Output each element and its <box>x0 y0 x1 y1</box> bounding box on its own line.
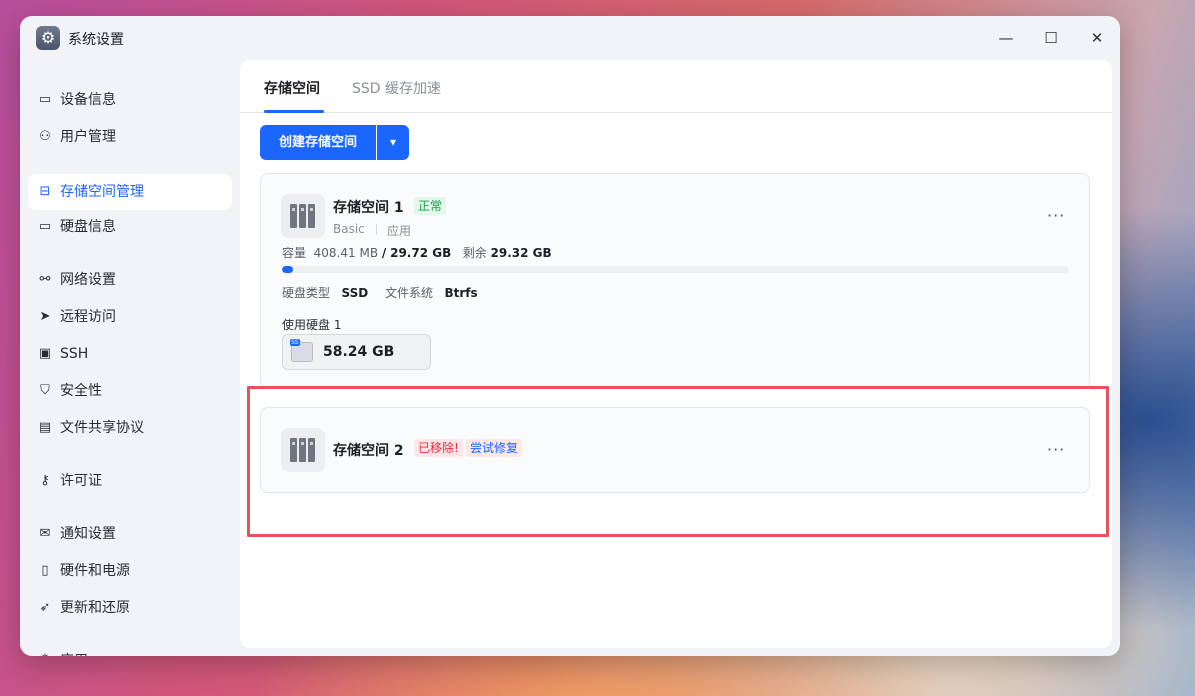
disk-size: 58.24 GB <box>323 344 395 360</box>
shield-icon: ⛉ <box>40 383 50 398</box>
sidebar-item-ssh[interactable]: ▣ SSH <box>28 336 232 372</box>
sidebar-item-label: 通知设置 <box>60 526 116 542</box>
storage-pool-card: 存储空间 1 正常 Basic 应用 ··· 容量 408.41 MB / 29… <box>260 173 1090 389</box>
create-storage-pool-button[interactable]: 创建存储空间 <box>260 125 376 160</box>
free-value: 29.32 GB <box>490 246 552 260</box>
sidebar-item-user-management[interactable]: ⚇ 用户管理 <box>28 119 232 155</box>
sidebar-item-update-restore[interactable]: ➶ 更新和还原 <box>28 590 232 626</box>
server-icon <box>281 428 325 472</box>
inbox-icon: ⊟ <box>39 184 51 199</box>
sidebar-item-label: 远程访问 <box>60 309 116 325</box>
tab-bar: 存储空间 SSD 缓存加速 <box>240 60 1112 113</box>
sidebar-item-label: 文件共享协议 <box>60 420 144 436</box>
server-icon <box>281 194 325 238</box>
gear-icon: ⚙ <box>36 26 60 50</box>
filesystem-value: Btrfs <box>444 286 478 300</box>
minimize-button[interactable]: — <box>992 26 1020 50</box>
filesystem-row: 文件系统 Btrfs <box>385 284 478 301</box>
free-label: 剩余 <box>462 246 487 260</box>
pool-name: 存储空间 1 <box>333 200 404 216</box>
sidebar-item-label: 安全性 <box>60 383 102 399</box>
filesystem-label: 文件系统 <box>385 286 434 300</box>
sidebar-item-storage-management[interactable]: ⊟ 存储空间管理 <box>28 174 232 210</box>
sidebar-item-apps[interactable]: ⁂ 应用 <box>28 643 232 656</box>
status-badge-removed: 已移除! <box>414 439 463 457</box>
sidebar-item-license[interactable]: ⚷ 许可证 <box>28 463 232 499</box>
sidebar-item-label: SSH <box>60 346 89 362</box>
sidebar-item-hardware-power[interactable]: ▯ 硬件和电源 <box>28 553 232 589</box>
storage-pool-card: 存储空间 2 已移除! 尝试修复 ··· <box>260 407 1090 493</box>
active-tab-indicator <box>264 110 324 113</box>
sidebar-item-label: 网络设置 <box>60 272 116 288</box>
sidebar-item-file-sharing[interactable]: ▤ 文件共享协议 <box>28 410 232 446</box>
sidebar-item-label: 存储空间管理 <box>60 184 144 200</box>
title-bar: ⚙ 系统设置 — ☐ ✕ <box>20 16 1120 60</box>
disk-chip[interactable]: 58.24 GB <box>282 334 431 370</box>
pool-name: 存储空间 2 <box>333 443 404 459</box>
disk-type-value: SSD <box>341 286 369 300</box>
sidebar-item-label: 更新和还原 <box>60 600 130 616</box>
sidebar-item-label: 许可证 <box>60 473 102 489</box>
tab-ssd-cache[interactable]: SSD 缓存加速 <box>352 78 441 98</box>
repair-link[interactable]: 尝试修复 <box>466 439 523 457</box>
divider <box>376 224 377 235</box>
apps-icon: ⁂ <box>37 653 53 656</box>
terminal-icon: ▣ <box>38 346 52 361</box>
disk-type-label: 硬盘类型 <box>282 286 331 300</box>
key-icon: ⚷ <box>40 473 50 488</box>
settings-window: ⚙ 系统设置 — ☐ ✕ ▭ 设备信息 ⚇ 用户管理 ⊟ 存储空间管理 ▭ 硬盘… <box>20 16 1120 656</box>
disk-type-row: 硬盘类型 SSD <box>282 284 368 301</box>
window-title: 系统设置 <box>68 32 124 48</box>
sidebar-item-remote-access[interactable]: ➤ 远程访问 <box>28 299 232 335</box>
sidebar-item-notifications[interactable]: ✉ 通知设置 <box>28 516 232 552</box>
chevron-down-icon[interactable]: ▾ <box>377 125 409 160</box>
sidebar-item-label: 应用 <box>60 652 88 656</box>
harddisk-icon: ▭ <box>38 219 52 234</box>
battery-icon: ▯ <box>41 563 49 578</box>
sidebar-item-label: 硬盘信息 <box>60 219 116 235</box>
slash: / <box>381 246 387 260</box>
total-value: 29.72 GB <box>390 246 452 260</box>
tab-storage-pools[interactable]: 存储空间 <box>264 78 320 98</box>
send-icon: ➤ <box>39 309 51 324</box>
sidebar-item-disk-info[interactable]: ▭ 硬盘信息 <box>28 209 232 245</box>
network-icon: ⚯ <box>39 272 51 287</box>
capacity-label: 容量 <box>282 246 307 260</box>
used-value: 408.41 MB <box>313 246 379 260</box>
status-badge: 正常 <box>414 197 447 215</box>
usage-progress-fill <box>282 266 294 273</box>
drive-icon: ▭ <box>38 92 52 107</box>
pool-purpose: 应用 <box>387 224 412 238</box>
maximize-button[interactable]: ☐ <box>1037 26 1065 50</box>
sidebar-item-label: 用户管理 <box>60 129 116 145</box>
user-icon: ⚇ <box>39 129 51 144</box>
raid-type: Basic <box>333 222 365 236</box>
disks-used-label: 使用硬盘 1 <box>282 318 342 332</box>
more-options-button[interactable]: ··· <box>1047 206 1065 225</box>
rocket-icon: ➶ <box>39 600 51 615</box>
sidebar-item-network[interactable]: ⚯ 网络设置 <box>28 262 232 298</box>
close-button[interactable]: ✕ <box>1083 26 1111 50</box>
usage-progress-bar <box>282 266 1069 273</box>
sidebar-item-label: 硬件和电源 <box>60 563 130 579</box>
document-icon: ▤ <box>38 420 52 435</box>
sidebar-item-label: 设备信息 <box>60 92 116 108</box>
mail-icon: ✉ <box>39 526 51 541</box>
more-options-button[interactable]: ··· <box>1047 440 1065 459</box>
sidebar-item-device-info[interactable]: ▭ 设备信息 <box>28 82 232 118</box>
ssd-icon <box>290 339 313 362</box>
sidebar-item-security[interactable]: ⛉ 安全性 <box>28 373 232 409</box>
main-panel: 存储空间 SSD 缓存加速 创建存储空间 ▾ 存储空间 1 正常 Basic 应… <box>240 60 1112 648</box>
capacity-row: 容量 408.41 MB / 29.72 GB 剩余 29.32 GB <box>282 244 552 261</box>
